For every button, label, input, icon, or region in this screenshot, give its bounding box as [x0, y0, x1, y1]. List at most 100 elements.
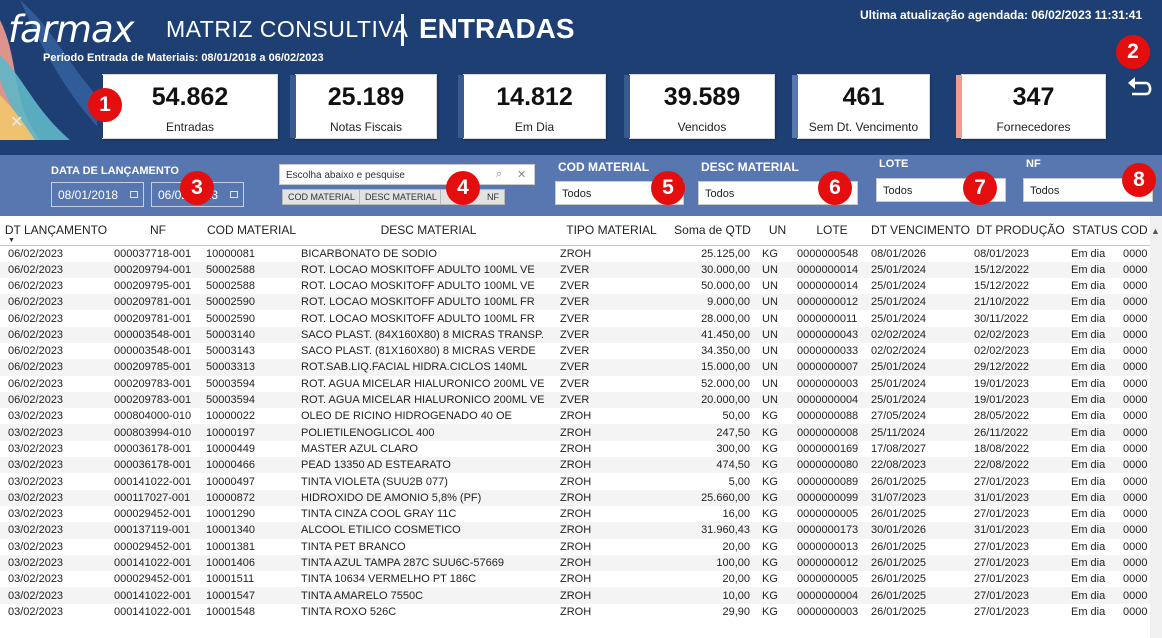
kpi-card-vencidos: 39.589 Vencidos — [624, 74, 775, 139]
kpi-label: Notas Fiscais — [329, 120, 403, 134]
table-row[interactable]: 03/02/2023 000036178-001 10000466 PEAD 1335… — [0, 457, 1151, 474]
table-cell: 03/02/2023 — [8, 605, 64, 618]
table-row[interactable]: 06/02/2023 000037718-001 10000081 BICARBONA… — [0, 245, 1151, 262]
return-arrow-icon[interactable] — [1126, 76, 1154, 100]
table-cell: 000209783-001 — [114, 377, 192, 390]
date-from-input[interactable]: 08/01/2018 — [51, 182, 144, 207]
table-cell: 0000 — [1121, 489, 1151, 506]
table-cell: 10001406 — [204, 554, 299, 572]
table-cell: 000209795-001 — [114, 279, 192, 292]
table-row[interactable]: 03/02/2023 000141022-001 10000497 TINTA VIO… — [0, 473, 1151, 489]
table-row[interactable]: 06/02/2023 000003548-001 50003143 SACO PLAS… — [0, 343, 1151, 359]
kpi-value: 54.862 — [151, 83, 229, 111]
column-header[interactable]: LOTE — [795, 216, 869, 246]
table-cell: 000141022-001 — [114, 605, 192, 618]
table-cell: 31.960,43 — [665, 522, 760, 539]
table-row[interactable]: 03/02/2023 000804000-010 10000022 OLEO DE R… — [0, 408, 1151, 424]
table-cell: ROT. LOCAO MOSKITOFF ADULTO 100ML VE — [299, 261, 558, 278]
column-header[interactable]: DT PRODUÇÃO — [972, 216, 1069, 246]
table-cell: 0000 — [1123, 573, 1148, 586]
table-cell: 31/01/2023 — [972, 522, 1069, 539]
column-header[interactable]: COD — [1121, 216, 1151, 246]
table-cell: 20.000,00 — [665, 391, 760, 409]
table-cell: 0000 — [1123, 345, 1148, 358]
close-icon: ✕ — [10, 114, 24, 131]
table-cell: 0000000004 — [795, 587, 869, 604]
calendar-icon[interactable] — [230, 191, 238, 198]
calendar-icon[interactable] — [130, 191, 138, 198]
column-header[interactable]: UN — [760, 216, 795, 246]
column-header[interactable]: TIPO MATERIAL — [558, 216, 665, 246]
table-cell: 06/02/2023 — [8, 312, 64, 325]
table-cell: 15.000,00 — [665, 359, 760, 376]
table-row[interactable]: 03/02/2023 000141022-001 10001547 TINTA AMA… — [0, 587, 1151, 604]
table-scrollbar[interactable] — [1150, 216, 1162, 638]
table-cell: UN — [760, 359, 795, 376]
date-filter-label: DATA DE LANÇAMENTO — [51, 165, 179, 177]
column-header[interactable]: COD MATERIAL — [204, 216, 299, 246]
table-cell: Em dia — [1069, 554, 1121, 572]
column-header[interactable]: DESC MATERIAL — [299, 216, 558, 246]
table-cell: 474,50 — [665, 457, 760, 474]
table-cell: 03/02/2023 — [0, 554, 112, 572]
close-icon[interactable]: ✕ — [517, 168, 526, 181]
column-header[interactable]: NF — [112, 216, 204, 246]
table-cell: ZROH — [560, 605, 592, 618]
table-cell: 22/08/2022 — [972, 457, 1069, 474]
table-cell: 50,00 — [722, 410, 750, 423]
table-cell: 27/01/2023 — [972, 554, 1069, 572]
table-cell: KG — [760, 587, 795, 604]
table-row[interactable]: 06/02/2023 000209781-001 50002590 ROT. LOCA… — [0, 310, 1151, 326]
table-row[interactable]: 03/02/2023 000029452-001 10001381 TINTA PET… — [0, 539, 1151, 555]
table-row[interactable]: 06/02/2023 000209783-001 50003594 ROT. AGUA… — [0, 391, 1151, 409]
table-row[interactable]: 06/02/2023 000003548-001 50003140 SACO PLAS… — [0, 326, 1151, 343]
column-header[interactable]: DT VENCIMENTO — [869, 216, 972, 246]
table-row[interactable]: 03/02/2023 000029452-001 10001290 TINTA CIN… — [0, 506, 1151, 522]
table-cell: 06/02/2023 — [8, 377, 64, 390]
table-row[interactable]: 06/02/2023 000209783-001 50003594 ROT. AGUA… — [0, 376, 1151, 392]
table-cell: 50002590 — [204, 294, 299, 311]
scroll-up-icon[interactable]: ▲ — [1151, 226, 1160, 236]
table-row[interactable]: 06/02/2023 000209785-001 50003313 ROT.SAB.L… — [0, 359, 1151, 376]
table-row[interactable]: 03/02/2023 000803994-010 10000197 POLIETILE… — [0, 424, 1151, 441]
table-cell: 000029452-001 — [114, 573, 192, 586]
column-header[interactable]: STATUS — [1069, 216, 1121, 246]
table-cell: 06/02/2023 — [0, 326, 112, 343]
table-cell: 27/01/2023 — [974, 475, 1030, 488]
table-row[interactable]: 06/02/2023 000209781-001 50002590 ROT. LOCA… — [0, 294, 1151, 311]
table-cell: ZROH — [558, 587, 665, 604]
table-cell: KG — [760, 522, 795, 539]
table-cell: ROT. AGUA MICELAR HIALURONICO 200ML VE — [301, 377, 545, 390]
mode-cod-material-button[interactable]: COD MATERIAL — [282, 189, 361, 205]
table-cell: 19/01/2023 — [972, 391, 1069, 409]
table-cell: 52.000,00 — [701, 377, 750, 390]
table-row[interactable]: 03/02/2023 000137119-001 10001340 ALCOOL ET… — [0, 522, 1151, 539]
table-row[interactable]: 03/02/2023 000141022-001 10001406 TINTA AZU… — [0, 554, 1151, 572]
table-cell: 0000 — [1123, 377, 1148, 390]
table-cell: 25/01/2024 — [869, 391, 972, 409]
page-title: MATRIZ CONSULTIVA — [166, 16, 409, 42]
entries-table-container: DT LANÇAMENTO ▼ NF COD MATERIAL DESC MATE… — [0, 216, 1162, 638]
table-cell: 03/02/2023 — [0, 587, 112, 604]
table-row[interactable]: 06/02/2023 000209794-001 50002588 ROT. LOCA… — [0, 261, 1151, 278]
table-cell: KG — [762, 410, 778, 423]
table-row[interactable]: 03/02/2023 000141022-001 10001548 TINTA ROX… — [0, 604, 1151, 620]
table-row[interactable]: 03/02/2023 000036178-001 10000449 MASTER AZ… — [0, 441, 1151, 457]
table-row[interactable]: 06/02/2023 000209795-001 50002588 ROT. LOCA… — [0, 278, 1151, 294]
table-cell: 25.125,00 — [701, 247, 750, 260]
mode-desc-material-button[interactable]: DESC MATERIAL — [359, 189, 443, 205]
kpi-label: Em Dia — [514, 120, 555, 134]
table-row[interactable]: 03/02/2023 000117027-001 10000872 HIDROXIDO… — [0, 489, 1151, 506]
table-cell: 0000 — [1123, 410, 1148, 423]
kpi-value: 39.589 — [663, 83, 741, 111]
search-input[interactable]: Escolha abaixo e pesquise ⌕ ✕ — [279, 164, 535, 185]
table-cell: Em dia — [1071, 605, 1106, 618]
table-cell: 10000449 — [206, 442, 255, 455]
table-row[interactable]: 03/02/2023 000029452-001 10001511 TINTA 106… — [0, 571, 1151, 587]
column-header[interactable]: DT LANÇAMENTO ▼ — [0, 216, 112, 246]
column-header[interactable]: Soma de QTD — [665, 216, 760, 246]
table-cell: 25/01/2024 — [871, 279, 927, 292]
table-cell: Em dia — [1071, 442, 1106, 455]
search-icon[interactable]: ⌕ — [496, 168, 502, 181]
table-cell: 27/05/2024 — [871, 410, 927, 423]
